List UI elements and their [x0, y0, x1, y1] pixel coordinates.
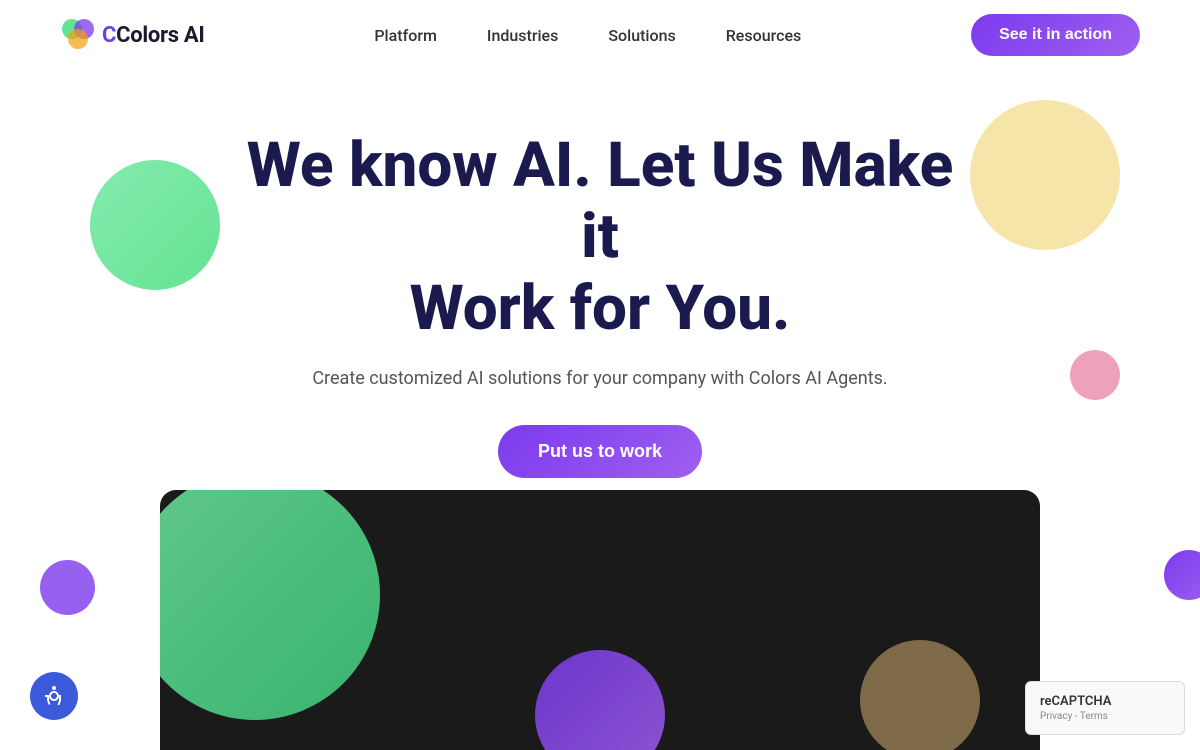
logo-text: CColors AI	[102, 23, 205, 48]
preview-purple-circle	[535, 650, 665, 750]
decorative-circle-purple-left	[40, 560, 95, 615]
recaptcha-box: reCAPTCHA Privacy - Terms	[1025, 681, 1185, 735]
accessibility-icon	[42, 684, 66, 708]
recaptcha-subtitle: Privacy - Terms	[1040, 711, 1170, 722]
nav-links: Platform Industries Solutions Resources	[374, 26, 801, 45]
scroll-right-button[interactable]	[1164, 550, 1200, 600]
see-it-in-action-button[interactable]: See it in action	[971, 14, 1140, 56]
logo-icon	[60, 17, 96, 53]
preview-gold-circle	[860, 640, 980, 750]
recaptcha-title: reCAPTCHA	[1040, 694, 1170, 709]
preview-inner	[160, 490, 1040, 750]
put-us-to-work-button[interactable]: Put us to work	[498, 425, 702, 478]
nav-item-solutions[interactable]: Solutions	[608, 26, 675, 45]
accessibility-button[interactable]	[30, 672, 78, 720]
hero-title: We know AI. Let Us Make it Work for You.	[225, 130, 975, 344]
logo[interactable]: CColors AI	[60, 17, 205, 53]
hero-section: We know AI. Let Us Make it Work for You.…	[0, 70, 1200, 518]
preview-green-circle	[160, 490, 380, 720]
preview-section	[160, 490, 1040, 750]
nav-item-platform[interactable]: Platform	[374, 26, 437, 45]
hero-subtitle: Create customized AI solutions for your …	[20, 368, 1180, 389]
nav-item-resources[interactable]: Resources	[726, 26, 802, 45]
navbar: CColors AI Platform Industries Solutions…	[0, 0, 1200, 70]
nav-item-industries[interactable]: Industries	[487, 26, 558, 45]
